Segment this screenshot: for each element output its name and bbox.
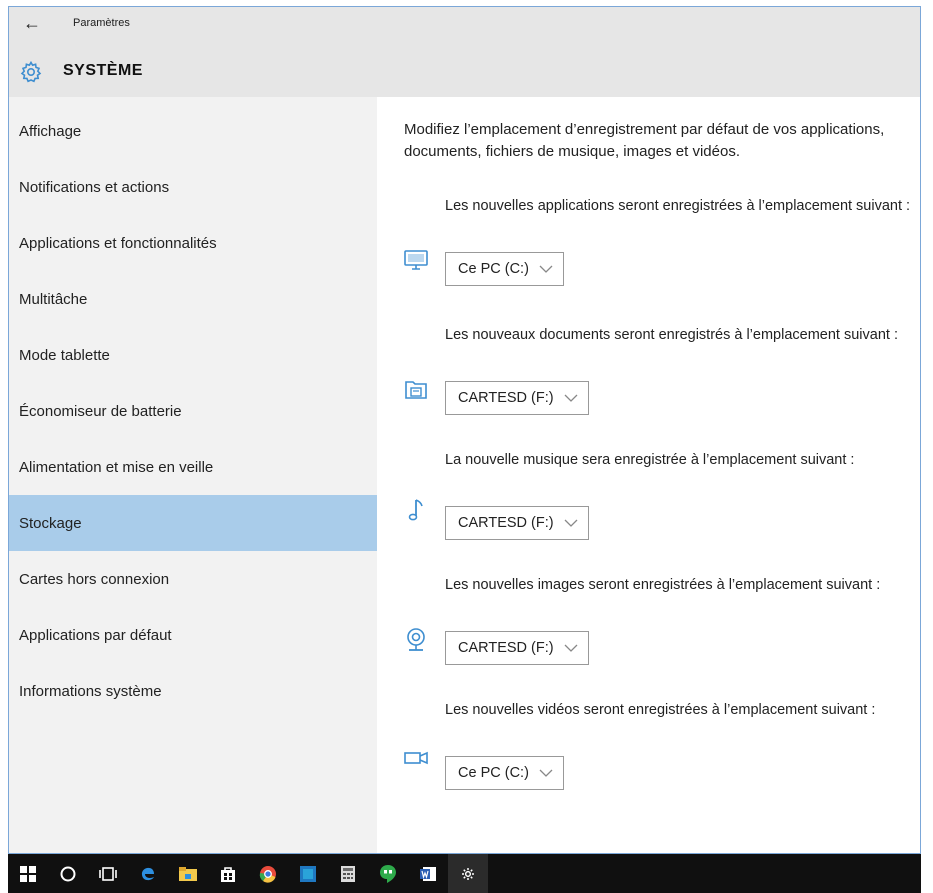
save-location-videos: Les nouvelles vidéos seront enregistrées… <box>377 699 920 809</box>
intro-text: Modifiez l’emplacement d’enregistrement … <box>404 121 885 160</box>
documents-icon <box>405 381 427 399</box>
save-location-documents: Les nouveaux documents seront enregistré… <box>377 324 920 434</box>
save-location-apps: Les nouvelles applications seront enregi… <box>377 195 920 305</box>
sidebar-item-alimentation[interactable]: Alimentation et mise en veille <box>9 439 377 495</box>
title-bar: ← Paramètres <box>9 7 920 47</box>
file-explorer-icon[interactable] <box>168 854 208 893</box>
sidebar-item-informations[interactable]: Informations système <box>9 663 377 719</box>
sidebar-item-notifications[interactable]: Notifications et actions <box>9 159 377 215</box>
sidebar-item-economiseur[interactable]: Économiseur de batterie <box>9 383 377 439</box>
dropdown-value: CARTESD (F:) <box>458 640 554 656</box>
edge-icon[interactable] <box>128 854 168 893</box>
sidebar-item-label: Applications et fonctionnalités <box>19 234 217 252</box>
dropdown-value: Ce PC (C:) <box>458 261 529 277</box>
sidebar-item-label: Multitâche <box>19 290 88 308</box>
chevron-down-icon <box>564 394 578 402</box>
sidebar-item-affichage[interactable]: Affichage <box>9 103 377 159</box>
chevron-down-icon <box>539 769 553 777</box>
search-circle-icon[interactable] <box>48 854 88 893</box>
settings-icon[interactable] <box>448 854 488 893</box>
sidebar-item-label: Affichage <box>19 122 82 140</box>
save-location-music: La nouvelle musique sera enregistrée à l… <box>377 449 920 559</box>
dropdown-value: CARTESD (F:) <box>458 515 554 531</box>
chrome-icon[interactable] <box>248 854 288 893</box>
group-label: La nouvelle musique sera enregistrée à l… <box>445 452 855 468</box>
dropdown-value: CARTESD (F:) <box>458 390 554 406</box>
sidebar-item-label: Alimentation et mise en veille <box>19 458 214 476</box>
group-label: Les nouvelles images seront enregistrées… <box>445 577 881 593</box>
gear-icon <box>20 60 42 83</box>
store-icon[interactable] <box>208 854 248 893</box>
webcam-icon <box>407 628 425 651</box>
sidebar-item-cartes[interactable]: Cartes hors connexion <box>9 551 377 607</box>
music-icon <box>408 499 423 521</box>
settings-window: ← Paramètres SYSTÈME Affichage Notificat… <box>8 6 921 854</box>
page-title: SYSTÈME <box>63 62 143 79</box>
word-icon[interactable] <box>408 854 448 893</box>
sidebar-item-label: Applications par défaut <box>19 626 172 644</box>
sidebar-item-label: Mode tablette <box>19 346 110 364</box>
images-location-dropdown[interactable]: CARTESD (F:) <box>445 631 589 665</box>
sidebar-item-mode-tablette[interactable]: Mode tablette <box>9 327 377 383</box>
save-location-images: Les nouvelles images seront enregistrées… <box>377 574 920 684</box>
sidebar-item-multitache[interactable]: Multitâche <box>9 271 377 327</box>
sidebar-item-stockage[interactable]: Stockage <box>9 495 377 551</box>
app-icon[interactable] <box>288 854 328 893</box>
sidebar-item-label: Notifications et actions <box>19 178 170 196</box>
chevron-down-icon <box>564 519 578 527</box>
sidebar: Affichage Notifications et actions Appli… <box>9 97 377 853</box>
dropdown-value: Ce PC (C:) <box>458 765 529 781</box>
sidebar-item-label: Informations système <box>19 682 162 700</box>
sidebar-item-label: Cartes hors connexion <box>19 570 170 588</box>
group-label: Les nouveaux documents seront enregistré… <box>445 327 898 343</box>
windows-start-icon[interactable] <box>8 854 48 893</box>
sidebar-item-label: Économiseur de batterie <box>19 402 182 420</box>
task-view-icon[interactable] <box>88 854 128 893</box>
sidebar-item-label: Stockage <box>19 514 82 532</box>
documents-location-dropdown[interactable]: CARTESD (F:) <box>445 381 589 415</box>
storage-content: Modifiez l’emplacement d’enregistrement … <box>377 97 920 853</box>
taskbar <box>8 854 921 893</box>
video-camera-icon <box>404 751 428 765</box>
monitor-icon <box>404 250 428 270</box>
chevron-down-icon <box>539 265 553 273</box>
apps-location-dropdown[interactable]: Ce PC (C:) <box>445 252 564 286</box>
group-label: Les nouvelles applications seront enregi… <box>445 198 911 214</box>
group-label: Les nouvelles vidéos seront enregistrées… <box>445 702 876 718</box>
hangouts-icon[interactable] <box>368 854 408 893</box>
back-arrow-icon[interactable]: ← <box>23 13 41 34</box>
section-header: SYSTÈME <box>9 47 920 97</box>
sidebar-item-applications[interactable]: Applications et fonctionnalités <box>9 215 377 271</box>
chevron-down-icon <box>564 644 578 652</box>
videos-location-dropdown[interactable]: Ce PC (C:) <box>445 756 564 790</box>
calculator-icon[interactable] <box>328 854 368 893</box>
app-title: Paramètres <box>73 17 130 29</box>
sidebar-item-applications-defaut[interactable]: Applications par défaut <box>9 607 377 663</box>
music-location-dropdown[interactable]: CARTESD (F:) <box>445 506 589 540</box>
